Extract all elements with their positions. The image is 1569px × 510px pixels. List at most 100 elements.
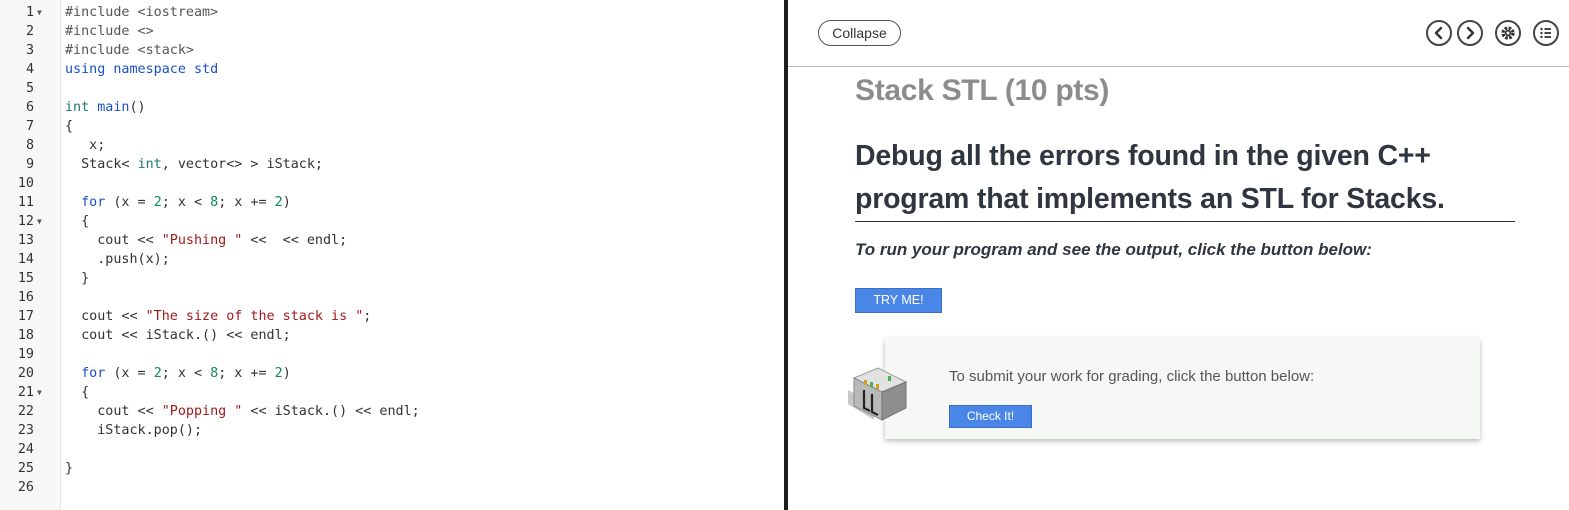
code-token: #include <> xyxy=(65,24,154,39)
code-editor[interactable]: 1 ▼ #include <iostream> 2 #include <> 3 #inclu… xyxy=(0,0,784,510)
code-line[interactable]: 24 xyxy=(0,440,784,459)
code-token: 8 xyxy=(210,366,219,381)
line-number: 20 xyxy=(17,366,34,381)
code-line[interactable]: 9 Stack< int, vector<> > iStack; xyxy=(0,155,784,174)
line-number: 16 xyxy=(17,290,34,305)
fold-arrow-icon[interactable]: ▼ xyxy=(37,212,42,231)
code-token: { xyxy=(65,214,90,229)
code-line[interactable]: 5 xyxy=(0,79,784,98)
code-line[interactable]: 12 ▼ { xyxy=(0,212,784,231)
code-text: } xyxy=(65,459,73,478)
code-line[interactable]: 11 for (x = 2; x < 8; x += 2) xyxy=(0,193,784,212)
code-token: ; x += xyxy=(218,195,275,210)
check-it-button[interactable]: Check It! xyxy=(949,405,1032,428)
line-number: 9 xyxy=(25,157,34,172)
code-text: cout << "Pushing " << << endl; xyxy=(65,231,347,250)
code-token: cout << xyxy=(65,404,162,419)
code-line[interactable]: 19 xyxy=(0,345,784,364)
code-text: #include <stack> xyxy=(65,41,194,60)
code-text: #include <> xyxy=(65,22,154,41)
code-line[interactable]: 17 cout << "The size of the stack is "; xyxy=(0,307,784,326)
code-line[interactable]: 22 cout << "Popping " << iStack.() << en… xyxy=(0,402,784,421)
code-token: cout << iStack.() << endl; xyxy=(65,328,291,343)
code-token: "Pushing " xyxy=(161,233,243,248)
line-number: 10 xyxy=(17,176,34,191)
code-token: } xyxy=(65,461,74,476)
code-token: "Popping " xyxy=(161,404,243,419)
line-number: 23 xyxy=(17,423,34,438)
fold-arrow-icon[interactable]: ▼ xyxy=(37,3,42,22)
code-line[interactable]: 16 xyxy=(0,288,784,307)
code-line[interactable]: 7{ xyxy=(0,117,784,136)
code-token: int xyxy=(137,157,162,172)
code-token: , vector<> > iStack; xyxy=(161,157,323,172)
previous-button[interactable] xyxy=(1426,20,1452,46)
headline-divider xyxy=(855,221,1515,222)
code-line[interactable]: 14 .push(x); xyxy=(0,250,784,269)
code-line[interactable]: 2 #include <> xyxy=(0,22,784,41)
code-token: x; xyxy=(65,138,106,153)
list-icon xyxy=(1540,27,1551,39)
run-instruction: To run your program and see the output, … xyxy=(855,240,1372,259)
line-number: 26 xyxy=(17,480,34,495)
code-line[interactable]: 23 iStack.pop(); xyxy=(0,421,784,440)
code-text: for (x = 2; x < 8; x += 2) xyxy=(65,193,291,212)
code-token: "The size of the stack is " xyxy=(145,309,364,324)
code-line[interactable]: 25} xyxy=(0,459,784,478)
code-line[interactable]: 18 cout << iStack.() << endl; xyxy=(0,326,784,345)
try-me-button[interactable]: TRY ME! xyxy=(855,288,942,313)
collapse-button[interactable]: Collapse xyxy=(818,20,901,46)
code-area[interactable]: 1 ▼ #include <iostream> 2 #include <> 3 #inclu… xyxy=(0,3,784,497)
code-token: #include <stack> xyxy=(65,43,194,58)
code-line[interactable]: 4 using namespace std xyxy=(0,60,784,79)
code-token: { xyxy=(65,385,90,400)
instruction-panel: Collapse Stack STL (10 pts) Debug all th… xyxy=(788,0,1569,510)
code-line[interactable]: 10 xyxy=(0,174,784,193)
code-token: << iStack.() << endl; xyxy=(242,404,420,419)
code-line[interactable]: 26 xyxy=(0,478,784,497)
code-token: iStack.pop(); xyxy=(65,423,203,438)
code-text: cout << iStack.() << endl; xyxy=(65,326,291,345)
code-token: for xyxy=(81,195,106,210)
line-number: 1 xyxy=(25,5,34,20)
code-token: (x = xyxy=(105,195,154,210)
code-line[interactable]: 15 } xyxy=(0,269,784,288)
menu-button[interactable] xyxy=(1533,20,1559,46)
code-token: 2 xyxy=(274,195,283,210)
code-token: for xyxy=(81,366,106,381)
code-token: Stack< xyxy=(65,157,138,172)
code-token: 2 xyxy=(153,366,162,381)
fold-arrow-icon[interactable]: ▼ xyxy=(37,383,42,402)
code-line[interactable]: 6 int main() xyxy=(0,98,784,117)
code-line[interactable]: 21 ▼ { xyxy=(0,383,784,402)
line-number: 15 xyxy=(17,271,34,286)
line-number: 21 xyxy=(17,385,34,400)
panel-toolbar: Collapse xyxy=(788,0,1569,67)
code-text: { xyxy=(65,383,89,402)
code-token: ) xyxy=(282,195,291,210)
settings-button[interactable] xyxy=(1495,20,1521,46)
code-line[interactable]: 20 for (x = 2; x < 8; x += 2) xyxy=(0,364,784,383)
code-text: cout << "The size of the stack is "; xyxy=(65,307,371,326)
line-number: 12 xyxy=(17,214,34,229)
line-number: 24 xyxy=(17,442,34,457)
next-button[interactable] xyxy=(1457,20,1483,46)
code-text: x; xyxy=(65,136,105,155)
code-text: { xyxy=(65,212,89,231)
line-number: 5 xyxy=(25,81,34,96)
code-token: .push(x); xyxy=(65,252,170,267)
line-number: 2 xyxy=(25,24,34,39)
line-number: 4 xyxy=(25,62,34,77)
code-text: int main() xyxy=(65,98,146,117)
code-line[interactable]: 13 cout << "Pushing " << << endl; xyxy=(0,231,784,250)
line-number: 18 xyxy=(17,328,34,343)
section-title: Stack STL (10 pts) xyxy=(855,74,1110,107)
code-line[interactable]: 3 #include <stack> xyxy=(0,41,784,60)
code-line[interactable]: 8 x; xyxy=(0,136,784,155)
code-text: using namespace std xyxy=(65,60,218,79)
line-number: 8 xyxy=(25,138,34,153)
code-token: ; xyxy=(363,309,372,324)
code-line[interactable]: 1 ▼ #include <iostream> xyxy=(0,3,784,22)
